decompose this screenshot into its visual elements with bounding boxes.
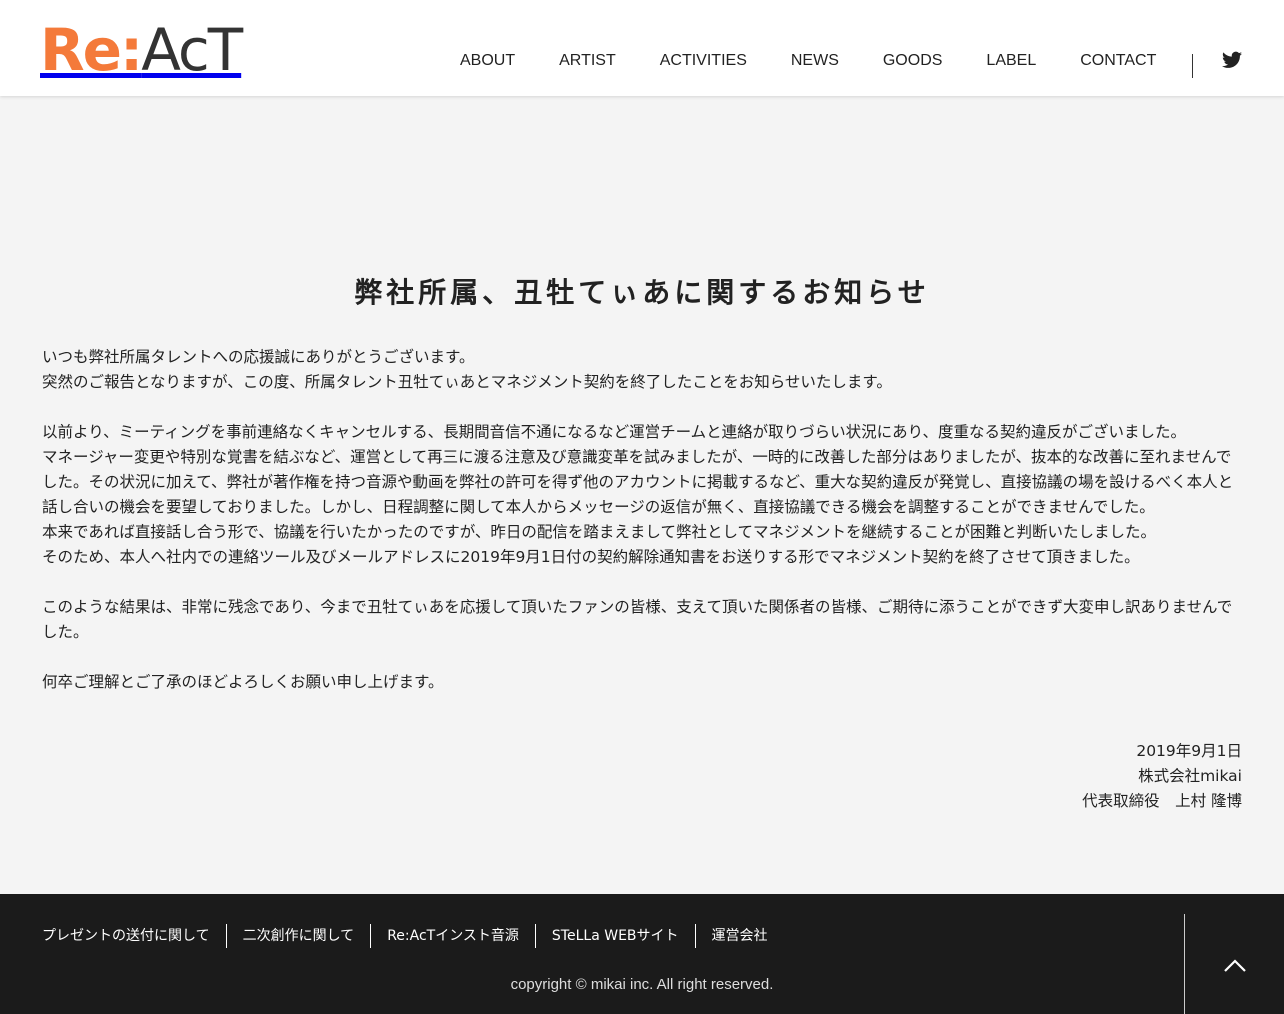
chevron-up-icon[interactable]	[1222, 956, 1248, 974]
paragraph: マネージャー変更や特別な覚書を結ぶなど、運営として再三に渡る注意及び意識変革を試…	[42, 448, 1234, 516]
twitter-icon[interactable]	[1222, 51, 1242, 69]
footer-link-instrumental[interactable]: Re:AcTインスト音源	[387, 924, 519, 948]
footer-divider	[225, 924, 227, 948]
paragraph: そのため、本人へ社内での連絡ツール及びメールアドレスに2019年9月1日付の契約…	[42, 548, 1140, 566]
logo-part-act: AcT	[141, 16, 243, 84]
paragraph: 本来であれば直接話し合う形で、協議を行いたかったのですが、昨日の配信を踏まえまし…	[42, 523, 1156, 541]
nav-artist[interactable]: ARTIST	[559, 50, 616, 72]
copyright: copyright © mikai inc. All right reserve…	[510, 976, 774, 993]
paragraph: このような結果は、非常に残念であり、今まで丑牡てぃあを応援して頂いたファンの皆様…	[42, 598, 1233, 641]
nav-divider	[1192, 54, 1193, 78]
footer-link-stella[interactable]: STeLLa WEBサイト	[552, 924, 679, 948]
main-nav: ABOUT ARTIST ACTIVITIES NEWS GOODS LABEL…	[460, 50, 1200, 72]
footer-link-present[interactable]: プレゼントの送付に関して	[42, 924, 210, 948]
footer-divider	[534, 924, 536, 948]
page-title: 弊社所属、丑牡てぃあに関するお知らせ	[354, 275, 930, 309]
nav-contact[interactable]: CONTACT	[1080, 50, 1156, 72]
paragraph: 何卒ご理解とご了承のほどよろしくお願い申し上げます。	[42, 673, 444, 691]
signature-date: 2019年9月1日	[1136, 742, 1242, 760]
site-footer: プレゼントの送付に関して 二次創作に関して Re:AcTインスト音源 STeLL…	[0, 894, 1284, 1014]
nav-news[interactable]: NEWS	[791, 50, 839, 72]
signature-block: 2019年9月1日 株式会社mikai 代表取締役 上村 隆博	[1082, 739, 1242, 814]
footer-link-company[interactable]: 運営会社	[712, 924, 768, 948]
announcement-body: いつも弊社所属タレントへの応援誠にありがとうございます。 突然のご報告となります…	[42, 345, 1242, 695]
signature-company: 株式会社mikai	[1138, 767, 1242, 785]
footer-divider	[694, 924, 696, 948]
site-header: Re:AcT ABOUT ARTIST ACTIVITIES NEWS GOOD…	[0, 0, 1284, 96]
nav-label[interactable]: LABEL	[986, 50, 1036, 72]
nav-activities[interactable]: ACTIVITIES	[660, 50, 747, 72]
footer-links: プレゼントの送付に関して 二次創作に関して Re:AcTインスト音源 STeLL…	[42, 924, 768, 948]
logo-part-re: Re:	[40, 16, 143, 84]
footer-link-fanart[interactable]: 二次創作に関して	[243, 924, 355, 948]
site-logo[interactable]: Re:AcT	[40, 20, 243, 80]
nav-goods[interactable]: GOODS	[883, 50, 943, 72]
footer-vertical-divider	[1184, 914, 1185, 1014]
footer-divider	[370, 924, 372, 948]
nav-about[interactable]: ABOUT	[460, 50, 515, 72]
paragraph: 突然のご報告となりますが、この度、所属タレント丑牡てぃあとマネジメント契約を終了…	[42, 373, 892, 391]
paragraph: 以前より、ミーティングを事前連絡なくキャンセルする、長期間音信不通になるなど運営…	[42, 423, 1187, 441]
signature-representative: 代表取締役 上村 隆博	[1082, 792, 1242, 810]
paragraph: いつも弊社所属タレントへの応援誠にありがとうございます。	[42, 348, 475, 366]
